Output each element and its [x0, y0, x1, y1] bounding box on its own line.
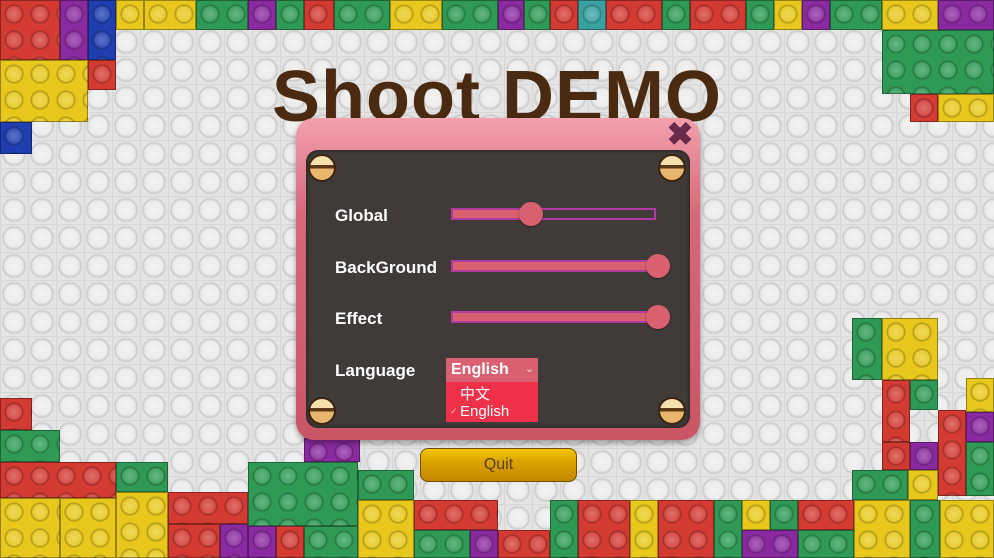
background-volume-fill: [453, 262, 654, 270]
language-selected-value: English: [451, 361, 509, 378]
lego-brick: [196, 0, 248, 30]
lego-brick: [0, 0, 60, 60]
lego-brick: [276, 0, 304, 30]
global-volume-knob[interactable]: [518, 202, 543, 226]
lego-brick: [550, 0, 578, 30]
global-volume-slider[interactable]: [451, 208, 656, 220]
lego-brick: [0, 462, 116, 498]
lego-brick: [248, 526, 276, 558]
effect-volume-knob[interactable]: [646, 305, 670, 329]
background-volume-slider[interactable]: [451, 260, 656, 272]
lego-brick: [630, 500, 658, 558]
language-dropdown[interactable]: English ⌄: [446, 358, 538, 382]
lego-brick: [770, 500, 798, 530]
lego-brick: [168, 492, 248, 524]
lego-brick: [0, 430, 60, 462]
checkmark-icon: ✓: [450, 406, 458, 416]
lego-brick: [882, 318, 938, 380]
lego-brick: [358, 470, 414, 500]
lego-brick: [524, 0, 550, 30]
lego-brick: [116, 0, 144, 30]
lego-brick: [498, 530, 550, 558]
lego-brick: [802, 0, 830, 30]
lego-brick: [658, 500, 714, 558]
lego-brick: [798, 530, 854, 558]
lego-brick: [852, 318, 882, 380]
lego-brick: [60, 498, 116, 558]
chevron-down-icon: ⌄: [524, 363, 534, 375]
lego-brick: [938, 0, 994, 30]
lego-brick: [690, 0, 746, 30]
language-label: Language: [335, 361, 416, 380]
lego-brick: [116, 492, 168, 558]
lego-brick: [882, 442, 910, 470]
lego-brick: [304, 438, 360, 462]
language-option-label: English: [460, 403, 510, 420]
lego-brick: [248, 462, 358, 526]
lego-brick: [304, 526, 358, 558]
quit-button[interactable]: Quit: [420, 448, 577, 482]
lego-brick: [938, 410, 966, 496]
screw-icon: [658, 397, 686, 425]
lego-brick: [276, 526, 304, 558]
lego-brick: [742, 500, 770, 530]
lego-brick: [0, 398, 32, 430]
effect-volume-label: Effect: [335, 309, 383, 328]
lego-brick: [0, 498, 60, 558]
lego-brick: [830, 0, 882, 30]
lego-brick: [88, 0, 116, 60]
lego-brick: [60, 0, 88, 60]
global-volume-label: Global: [335, 206, 388, 225]
lego-brick: [414, 530, 470, 558]
lego-brick: [248, 0, 276, 30]
lego-brick: [854, 500, 910, 558]
lego-brick: [550, 500, 578, 558]
effect-volume-fill: [453, 313, 654, 321]
lego-brick: [334, 0, 390, 30]
lego-brick: [882, 380, 910, 442]
lego-brick: [742, 530, 798, 558]
lego-brick: [908, 470, 938, 500]
lego-brick: [442, 0, 498, 30]
lego-brick: [910, 442, 938, 470]
lego-brick: [882, 0, 938, 30]
lego-brick: [606, 0, 662, 30]
lego-brick: [220, 524, 248, 558]
lego-brick: [798, 500, 854, 530]
lego-brick: [774, 0, 802, 30]
lego-brick: [910, 500, 940, 558]
language-option-label: 中文: [460, 386, 491, 403]
lego-brick: [498, 0, 524, 30]
lego-brick: [966, 412, 994, 442]
lego-brick: [304, 0, 334, 30]
screw-icon: [658, 154, 686, 182]
lego-brick: [578, 0, 606, 30]
global-volume-fill: [453, 210, 530, 218]
screw-icon: [308, 397, 336, 425]
lego-brick: [578, 500, 630, 558]
lego-brick: [358, 500, 414, 558]
close-icon[interactable]: ✖: [666, 118, 694, 150]
effect-volume-slider[interactable]: [451, 311, 656, 323]
lego-brick: [910, 380, 938, 410]
lego-brick: [470, 530, 498, 558]
lego-brick: [940, 500, 994, 558]
screw-icon: [308, 154, 336, 182]
lego-brick: [746, 0, 774, 30]
background-volume-label: BackGround: [335, 258, 438, 277]
lego-brick: [852, 470, 908, 500]
lego-brick: [966, 442, 994, 496]
language-option-english[interactable]: ✓ English: [446, 402, 538, 422]
lego-brick: [414, 500, 498, 530]
lego-brick: [714, 500, 742, 558]
language-options-list: 中文 ✓ English: [446, 382, 538, 422]
lego-brick: [966, 378, 994, 412]
lego-brick: [390, 0, 442, 30]
lego-brick: [144, 0, 196, 30]
language-option-chinese[interactable]: 中文: [446, 382, 538, 403]
background-volume-knob[interactable]: [646, 254, 670, 278]
lego-brick: [168, 524, 220, 558]
lego-brick: [662, 0, 690, 30]
lego-brick: [116, 462, 168, 492]
